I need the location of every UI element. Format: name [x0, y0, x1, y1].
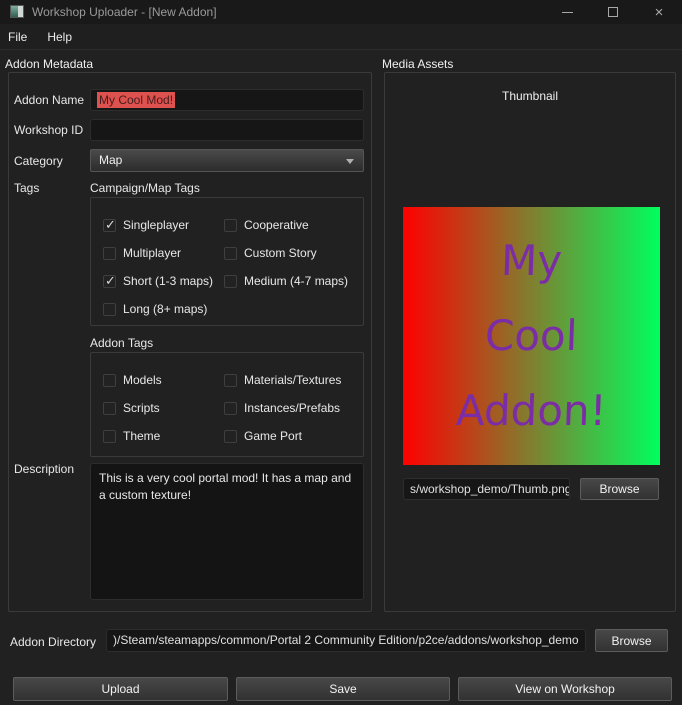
- checkbox-label: Game Port: [244, 429, 302, 443]
- checkbox-label: Medium (4-7 maps): [244, 274, 348, 288]
- checkbox-label: Scripts: [123, 401, 160, 415]
- campaign-tags-title: Campaign/Map Tags: [90, 181, 200, 195]
- thumbnail-text-line: Cool: [485, 315, 579, 357]
- checkbox-label: Multiplayer: [123, 246, 181, 260]
- checkbox-label: Short (1-3 maps): [123, 274, 213, 288]
- menu-help[interactable]: Help: [37, 26, 82, 48]
- checkbox-label: Materials/Textures: [244, 373, 341, 387]
- checkbox-icon[interactable]: [103, 402, 116, 415]
- addon-directory-label: Addon Directory: [10, 635, 96, 649]
- addon-tags-title: Addon Tags: [90, 336, 153, 350]
- minimize-button[interactable]: [544, 0, 590, 24]
- checkbox-icon[interactable]: [224, 374, 237, 387]
- checkbox-icon[interactable]: [224, 402, 237, 415]
- addon-directory-input[interactable]: )/Steam/steamapps/common/Portal 2 Commun…: [106, 629, 586, 652]
- checkbox-label: Theme: [123, 429, 160, 443]
- checkbox-label: Instances/Prefabs: [244, 401, 340, 415]
- app-icon: [10, 5, 24, 18]
- view-on-workshop-button[interactable]: View on Workshop: [458, 677, 672, 701]
- metadata-section-title: Addon Metadata: [5, 57, 93, 71]
- checkbox-label: Singleplayer: [123, 218, 189, 232]
- checkbox-label: Cooperative: [244, 218, 309, 232]
- checkbox-icon[interactable]: [224, 430, 237, 443]
- checkbox-medium[interactable]: Medium (4-7 maps): [224, 274, 364, 288]
- chevron-down-icon: [346, 159, 354, 164]
- media-section-title: Media Assets: [382, 57, 453, 71]
- checkbox-models[interactable]: Models: [103, 373, 224, 387]
- description-label: Description: [14, 462, 74, 476]
- close-button[interactable]: ×: [636, 0, 682, 24]
- menu-bar: File Help: [0, 24, 682, 50]
- checkbox-icon[interactable]: [103, 430, 116, 443]
- maximize-button[interactable]: [590, 0, 636, 24]
- checkbox-scripts[interactable]: Scripts: [103, 401, 224, 415]
- checkbox-short[interactable]: Short (1-3 maps): [103, 274, 224, 288]
- checkbox-materials-textures[interactable]: Materials/Textures: [224, 373, 364, 387]
- checkbox-label: Custom Story: [244, 246, 317, 260]
- thumbnail-path-input[interactable]: s/workshop_demo/Thumb.png: [403, 478, 570, 500]
- thumbnail-text-line: Addon!: [456, 390, 608, 432]
- upload-button[interactable]: Upload: [13, 677, 228, 701]
- addon-name-label: Addon Name: [14, 93, 84, 107]
- checkbox-icon[interactable]: [103, 374, 116, 387]
- maximize-icon: [608, 7, 618, 17]
- addon-name-selection: My Cool Mod!: [97, 92, 175, 108]
- checkbox-icon[interactable]: [224, 247, 237, 260]
- checkbox-icon[interactable]: [103, 303, 116, 316]
- checkbox-custom-story[interactable]: Custom Story: [224, 246, 364, 260]
- save-button[interactable]: Save: [236, 677, 450, 701]
- menu-file[interactable]: File: [0, 26, 37, 48]
- category-label: Category: [14, 154, 63, 168]
- checkbox-singleplayer[interactable]: Singleplayer: [103, 218, 224, 232]
- category-value: Map: [99, 153, 122, 167]
- checkbox-icon[interactable]: [103, 247, 116, 260]
- close-icon: ×: [655, 5, 664, 20]
- checkbox-game-port[interactable]: Game Port: [224, 429, 364, 443]
- category-dropdown[interactable]: Map: [90, 149, 364, 172]
- checkbox-icon[interactable]: [224, 219, 237, 232]
- title-bar[interactable]: Workshop Uploader - [New Addon] ×: [0, 0, 682, 24]
- window-controls: ×: [544, 0, 682, 24]
- thumbnail-browse-button[interactable]: Browse: [580, 478, 659, 500]
- checkbox-icon[interactable]: [103, 219, 116, 232]
- addon-name-input[interactable]: My Cool Mod!: [90, 89, 364, 111]
- checkbox-label: Models: [123, 373, 162, 387]
- checkbox-instances-prefabs[interactable]: Instances/Prefabs: [224, 401, 364, 415]
- window-title: Workshop Uploader - [New Addon]: [32, 0, 217, 24]
- workshop-id-input[interactable]: [90, 119, 364, 141]
- thumbnail-text-line: My: [500, 240, 563, 282]
- workshop-id-label: Workshop ID: [14, 123, 83, 137]
- addon-tags-grid: Models Materials/Textures Scripts Instan…: [90, 352, 364, 450]
- tags-label: Tags: [14, 181, 39, 195]
- checkbox-icon[interactable]: [224, 275, 237, 288]
- checkbox-theme[interactable]: Theme: [103, 429, 224, 443]
- checkbox-multiplayer[interactable]: Multiplayer: [103, 246, 224, 260]
- description-textarea[interactable]: This is a very cool portal mod! It has a…: [90, 463, 364, 600]
- directory-browse-button[interactable]: Browse: [595, 629, 668, 652]
- checkbox-icon[interactable]: [103, 275, 116, 288]
- thumbnail-label: Thumbnail: [384, 89, 676, 103]
- checkbox-label: Long (8+ maps): [123, 302, 207, 316]
- campaign-tags-grid: Singleplayer Cooperative Multiplayer Cus…: [90, 197, 364, 323]
- checkbox-cooperative[interactable]: Cooperative: [224, 218, 364, 232]
- checkbox-long[interactable]: Long (8+ maps): [103, 302, 224, 316]
- minimize-icon: [562, 12, 573, 13]
- thumbnail-image: My Cool Addon!: [403, 207, 660, 465]
- workshop-uploader-window: Workshop Uploader - [New Addon] × File H…: [0, 0, 682, 705]
